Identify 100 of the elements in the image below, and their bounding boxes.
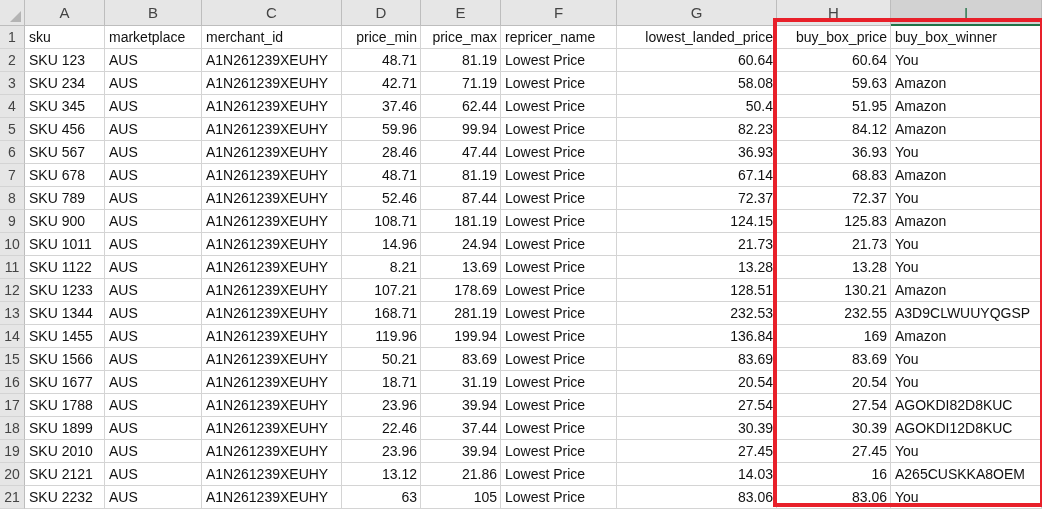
table-cell: 36.93 [617,141,777,164]
table-cell: 36.93 [777,141,891,164]
row-header[interactable]: 3 [0,72,25,95]
table-cell: SKU 1788 [25,394,105,417]
row-header[interactable]: 6 [0,141,25,164]
row-header[interactable]: 5 [0,118,25,141]
table-cell: A1N261239XEUHY [202,256,342,279]
table-cell: 27.45 [617,440,777,463]
row-header[interactable]: 13 [0,302,25,325]
row-header[interactable]: 20 [0,463,25,486]
table-cell: 20.54 [617,371,777,394]
table-cell: A1N261239XEUHY [202,95,342,118]
table-cell: SKU 234 [25,72,105,95]
table-cell: AUS [105,440,202,463]
table-cell: A1N261239XEUHY [202,233,342,256]
row-header[interactable]: 4 [0,95,25,118]
table-cell: 81.19 [421,49,501,72]
table-cell: AUS [105,394,202,417]
table-cell: 39.94 [421,440,501,463]
table-cell: 181.19 [421,210,501,233]
column-header[interactable]: G [617,0,777,26]
table-cell: SKU 678 [25,164,105,187]
table-cell: 23.96 [342,394,421,417]
row-header[interactable]: 18 [0,417,25,440]
table-cell: Lowest Price [501,72,617,95]
table-cell: SKU 123 [25,49,105,72]
row-header[interactable]: 9 [0,210,25,233]
table-cell: A1N261239XEUHY [202,49,342,72]
table-cell: AUS [105,49,202,72]
column-header[interactable]: C [202,0,342,26]
table-cell: AUS [105,187,202,210]
table-cell: 168.71 [342,302,421,325]
table-cell: You [891,256,1042,279]
table-cell: 21.73 [777,233,891,256]
table-cell: A1N261239XEUHY [202,164,342,187]
table-cell: Lowest Price [501,371,617,394]
table-cell: 83.06 [777,486,891,509]
table-cell: AGOKDI12D8KUC [891,417,1042,440]
row-header[interactable]: 16 [0,371,25,394]
row-header[interactable]: 11 [0,256,25,279]
table-cell: AUS [105,302,202,325]
table-cell: price_max [421,26,501,49]
table-cell: 81.19 [421,164,501,187]
table-cell: Lowest Price [501,95,617,118]
row-header[interactable]: 8 [0,187,25,210]
table-cell: buy_box_price [777,26,891,49]
select-all-icon[interactable] [10,11,21,22]
column-header[interactable]: A [25,0,105,26]
row-header[interactable]: 2 [0,49,25,72]
table-cell: Lowest Price [501,141,617,164]
table-cell: 199.94 [421,325,501,348]
row-header[interactable]: 1 [0,26,25,49]
table-cell: You [891,486,1042,509]
row-header[interactable]: 14 [0,325,25,348]
row-header[interactable]: 17 [0,394,25,417]
table-cell: A3D9CLWUUYQGSP [891,302,1042,325]
table-cell: 72.37 [617,187,777,210]
table-cell: AUS [105,141,202,164]
table-cell: 13.12 [342,463,421,486]
table-cell: AUS [105,210,202,233]
table-cell: 37.44 [421,417,501,440]
table-cell: Lowest Price [501,486,617,509]
table-cell: AUS [105,256,202,279]
row-header[interactable]: 12 [0,279,25,302]
row-header[interactable]: 7 [0,164,25,187]
row-header[interactable]: 19 [0,440,25,463]
table-cell: 68.83 [777,164,891,187]
table-cell: SKU 2232 [25,486,105,509]
table-cell: You [891,348,1042,371]
column-header[interactable]: B [105,0,202,26]
table-cell: SKU 2010 [25,440,105,463]
table-cell: Lowest Price [501,417,617,440]
table-cell: 27.54 [777,394,891,417]
table-cell: AUS [105,486,202,509]
table-cell: Lowest Price [501,394,617,417]
table-cell: Lowest Price [501,210,617,233]
table-cell: 169 [777,325,891,348]
table-cell: SKU 1677 [25,371,105,394]
row-header[interactable]: 10 [0,233,25,256]
table-cell: 14.96 [342,233,421,256]
table-cell: 128.51 [617,279,777,302]
table-cell: You [891,440,1042,463]
column-header[interactable]: F [501,0,617,26]
table-cell: Amazon [891,72,1042,95]
table-cell: Lowest Price [501,279,617,302]
table-cell: 8.21 [342,256,421,279]
table-cell: 13.69 [421,256,501,279]
row-header[interactable]: 15 [0,348,25,371]
table-cell: 124.15 [617,210,777,233]
column-header[interactable]: D [342,0,421,26]
table-cell: You [891,141,1042,164]
table-cell: lowest_landed_price [617,26,777,49]
table-cell: SKU 1899 [25,417,105,440]
table-cell: A1N261239XEUHY [202,118,342,141]
table-cell: You [891,49,1042,72]
table-cell: AGOKDI82D8KUC [891,394,1042,417]
table-cell: SKU 2121 [25,463,105,486]
column-header[interactable]: E [421,0,501,26]
table-cell: 50.4 [617,95,777,118]
row-header[interactable]: 21 [0,486,25,509]
